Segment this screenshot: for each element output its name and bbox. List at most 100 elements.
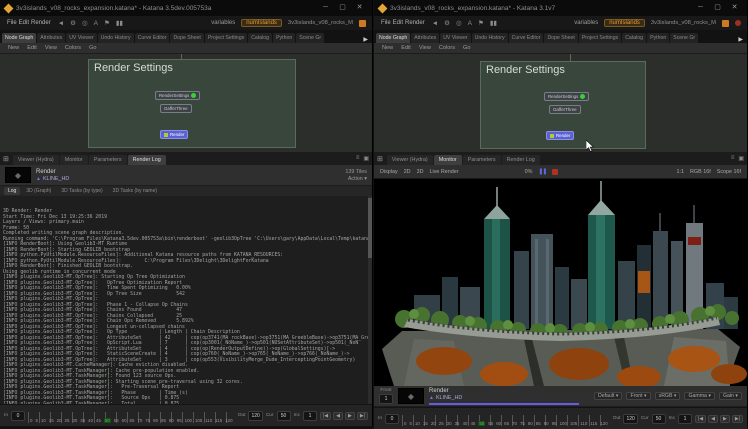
- pin-icon[interactable]: ≡: [731, 155, 735, 162]
- transport-button[interactable]: ▶|: [732, 415, 743, 423]
- pane-tab[interactable]: Node Graph: [2, 33, 36, 43]
- pin-icon[interactable]: ≡: [356, 155, 360, 162]
- text-tool-icon[interactable]: A: [468, 20, 472, 27]
- render-indicator-icon[interactable]: [722, 20, 729, 27]
- monitor-viewport[interactable]: [374, 179, 747, 386]
- minimize-button[interactable]: ─: [693, 2, 708, 14]
- bottom-tab[interactable]: Monitor: [434, 155, 462, 165]
- back-icon[interactable]: ◄: [432, 20, 438, 27]
- detach-icon[interactable]: ▣: [363, 155, 369, 162]
- transport-button[interactable]: ◀: [708, 415, 718, 423]
- bottom-tab[interactable]: Viewer (Hydra): [387, 155, 433, 165]
- render-log-output[interactable]: 3D Render: RenderStart Time: Fri Dec 13 …: [0, 196, 372, 404]
- pane-tab[interactable]: Attributes: [37, 33, 65, 43]
- bottom-tab[interactable]: Render Log: [128, 155, 166, 165]
- pane-tab[interactable]: Scene Gr: [670, 33, 698, 43]
- pane-tab[interactable]: Attributes: [411, 33, 439, 43]
- flag-icon[interactable]: ⚑: [104, 19, 110, 27]
- pane-tab[interactable]: Undo History: [472, 33, 508, 43]
- log-tab[interactable]: 3D Tasks (by name): [109, 187, 161, 195]
- gaffer-node[interactable]: GafferThree: [549, 105, 581, 114]
- in-field[interactable]: 0: [385, 414, 399, 424]
- bottom-tab[interactable]: Parameters: [89, 155, 127, 165]
- render-thumbnail[interactable]: ◆: [5, 167, 31, 183]
- titlebar[interactable]: 3v3islands_v08_rocks_expansion.katana* -…: [374, 0, 747, 16]
- render-indicator-icon[interactable]: [359, 20, 366, 27]
- node-graph-canvas[interactable]: Render Settings RenderSettings GafferThr…: [374, 54, 747, 152]
- gear-icon[interactable]: ⚙: [444, 19, 450, 27]
- tab-overflow-icon[interactable]: ▶: [736, 36, 745, 43]
- log-tab[interactable]: Log: [4, 187, 20, 195]
- render-node[interactable]: Render: [546, 131, 574, 140]
- pane-tab[interactable]: Project Settings: [205, 33, 247, 43]
- close-button[interactable]: ✕: [352, 2, 367, 14]
- maximize-button[interactable]: ▢: [335, 2, 350, 14]
- menu-item[interactable]: Render: [404, 20, 426, 26]
- bottom-tab[interactable]: Monitor: [60, 155, 88, 165]
- titlebar[interactable]: 3v3islands_v08_rocks_expansion.katana* -…: [0, 0, 372, 16]
- stop-render-icon[interactable]: [735, 20, 741, 26]
- inc-field[interactable]: 1: [678, 414, 692, 424]
- bottom-tab[interactable]: Render Log: [502, 155, 540, 165]
- bottom-tab[interactable]: Viewer (Hydra): [13, 155, 59, 165]
- log-scrollbar[interactable]: [368, 196, 372, 404]
- minimize-button[interactable]: ─: [318, 2, 333, 14]
- pane-tab[interactable]: Scene Gr: [296, 33, 324, 43]
- render-thumbnail[interactable]: ◆: [398, 388, 424, 404]
- menu-item[interactable]: Edit: [392, 20, 404, 26]
- in-field[interactable]: 0: [11, 411, 25, 421]
- text-tool-icon[interactable]: A: [94, 20, 98, 27]
- search-icon[interactable]: ◎: [456, 19, 462, 27]
- monitor-toolbar-item[interactable]: Live Render: [430, 169, 459, 175]
- transport-button[interactable]: ▶: [720, 415, 730, 423]
- pane-menu-icon[interactable]: ⊞: [3, 155, 9, 163]
- pane-tab[interactable]: Python: [647, 33, 669, 43]
- pane-tab[interactable]: Dope Sheet: [544, 33, 577, 43]
- log-tab[interactable]: 3D Tasks (by type): [57, 187, 106, 195]
- render-pass[interactable]: ▲ KLINE_HD: [36, 176, 69, 182]
- document-tab[interactable]: 3v3islands_v08_rocks_M: [651, 20, 716, 26]
- transport-button[interactable]: |◀: [695, 415, 706, 423]
- monitor-dropdown[interactable]: sRGB ▾: [655, 392, 681, 400]
- log-tab[interactable]: 3D (Graph): [22, 187, 55, 195]
- frame-ruler[interactable]: 0510152025303540455055606570758085909510…: [28, 409, 235, 423]
- monitor-dropdown[interactable]: Gamma ▾: [684, 392, 715, 400]
- pane-tab[interactable]: Curve Editor: [135, 33, 170, 43]
- gear-icon[interactable]: ⚙: [70, 19, 76, 27]
- monitor-dropdown[interactable]: Default ▾: [594, 392, 622, 400]
- variable-dropdown[interactable]: numIslands: [604, 19, 645, 27]
- render-node[interactable]: Render: [160, 130, 188, 139]
- nodegraph-menu-item[interactable]: Go: [463, 45, 470, 51]
- nodegraph-menu-item[interactable]: Edit: [27, 45, 37, 51]
- nodegraph-menu-item[interactable]: View: [45, 45, 57, 51]
- nodegraph-menu-item[interactable]: Colors: [439, 45, 455, 51]
- nodegraph-menu-item[interactable]: Edit: [401, 45, 411, 51]
- nodegraph-menu-item[interactable]: Colors: [65, 45, 81, 51]
- menu-item[interactable]: File: [6, 20, 18, 26]
- pane-tab[interactable]: UV Viewer: [440, 33, 470, 43]
- current-frame-field[interactable]: 50: [652, 414, 666, 424]
- render-pass[interactable]: ▲ KLINE_HD: [429, 395, 579, 401]
- inc-field[interactable]: 1: [303, 411, 317, 421]
- gaffer-node[interactable]: GafferThree: [160, 104, 192, 113]
- monitor-toolbar-item[interactable]: 2D: [404, 169, 411, 175]
- stop-render-icon[interactable]: [552, 169, 558, 175]
- maximize-button[interactable]: ▢: [710, 2, 725, 14]
- monitor-toolbar-item[interactable]: Display: [380, 169, 398, 175]
- render-pause-icon[interactable]: ▮▮: [116, 19, 123, 27]
- tab-overflow-icon[interactable]: ▶: [361, 36, 370, 43]
- backdrop-node[interactable]: Render Settings: [88, 59, 296, 148]
- pane-tab[interactable]: Curve Editor: [509, 33, 544, 43]
- render-image-city[interactable]: [374, 179, 747, 386]
- nodegraph-menu-item[interactable]: View: [419, 45, 431, 51]
- detach-icon[interactable]: ▣: [738, 155, 744, 162]
- out-field[interactable]: 120: [248, 411, 262, 421]
- nodegraph-menu-item[interactable]: Go: [89, 45, 96, 51]
- monitor-dropdown[interactable]: Front ▾: [626, 392, 650, 400]
- pane-menu-icon[interactable]: ⊞: [377, 155, 383, 163]
- transport-button[interactable]: ▶: [345, 412, 355, 420]
- menu-item[interactable]: Edit: [18, 20, 30, 26]
- bottom-tab[interactable]: Parameters: [463, 155, 501, 165]
- pane-tab[interactable]: Python: [273, 33, 295, 43]
- pane-tab[interactable]: Undo History: [98, 33, 134, 43]
